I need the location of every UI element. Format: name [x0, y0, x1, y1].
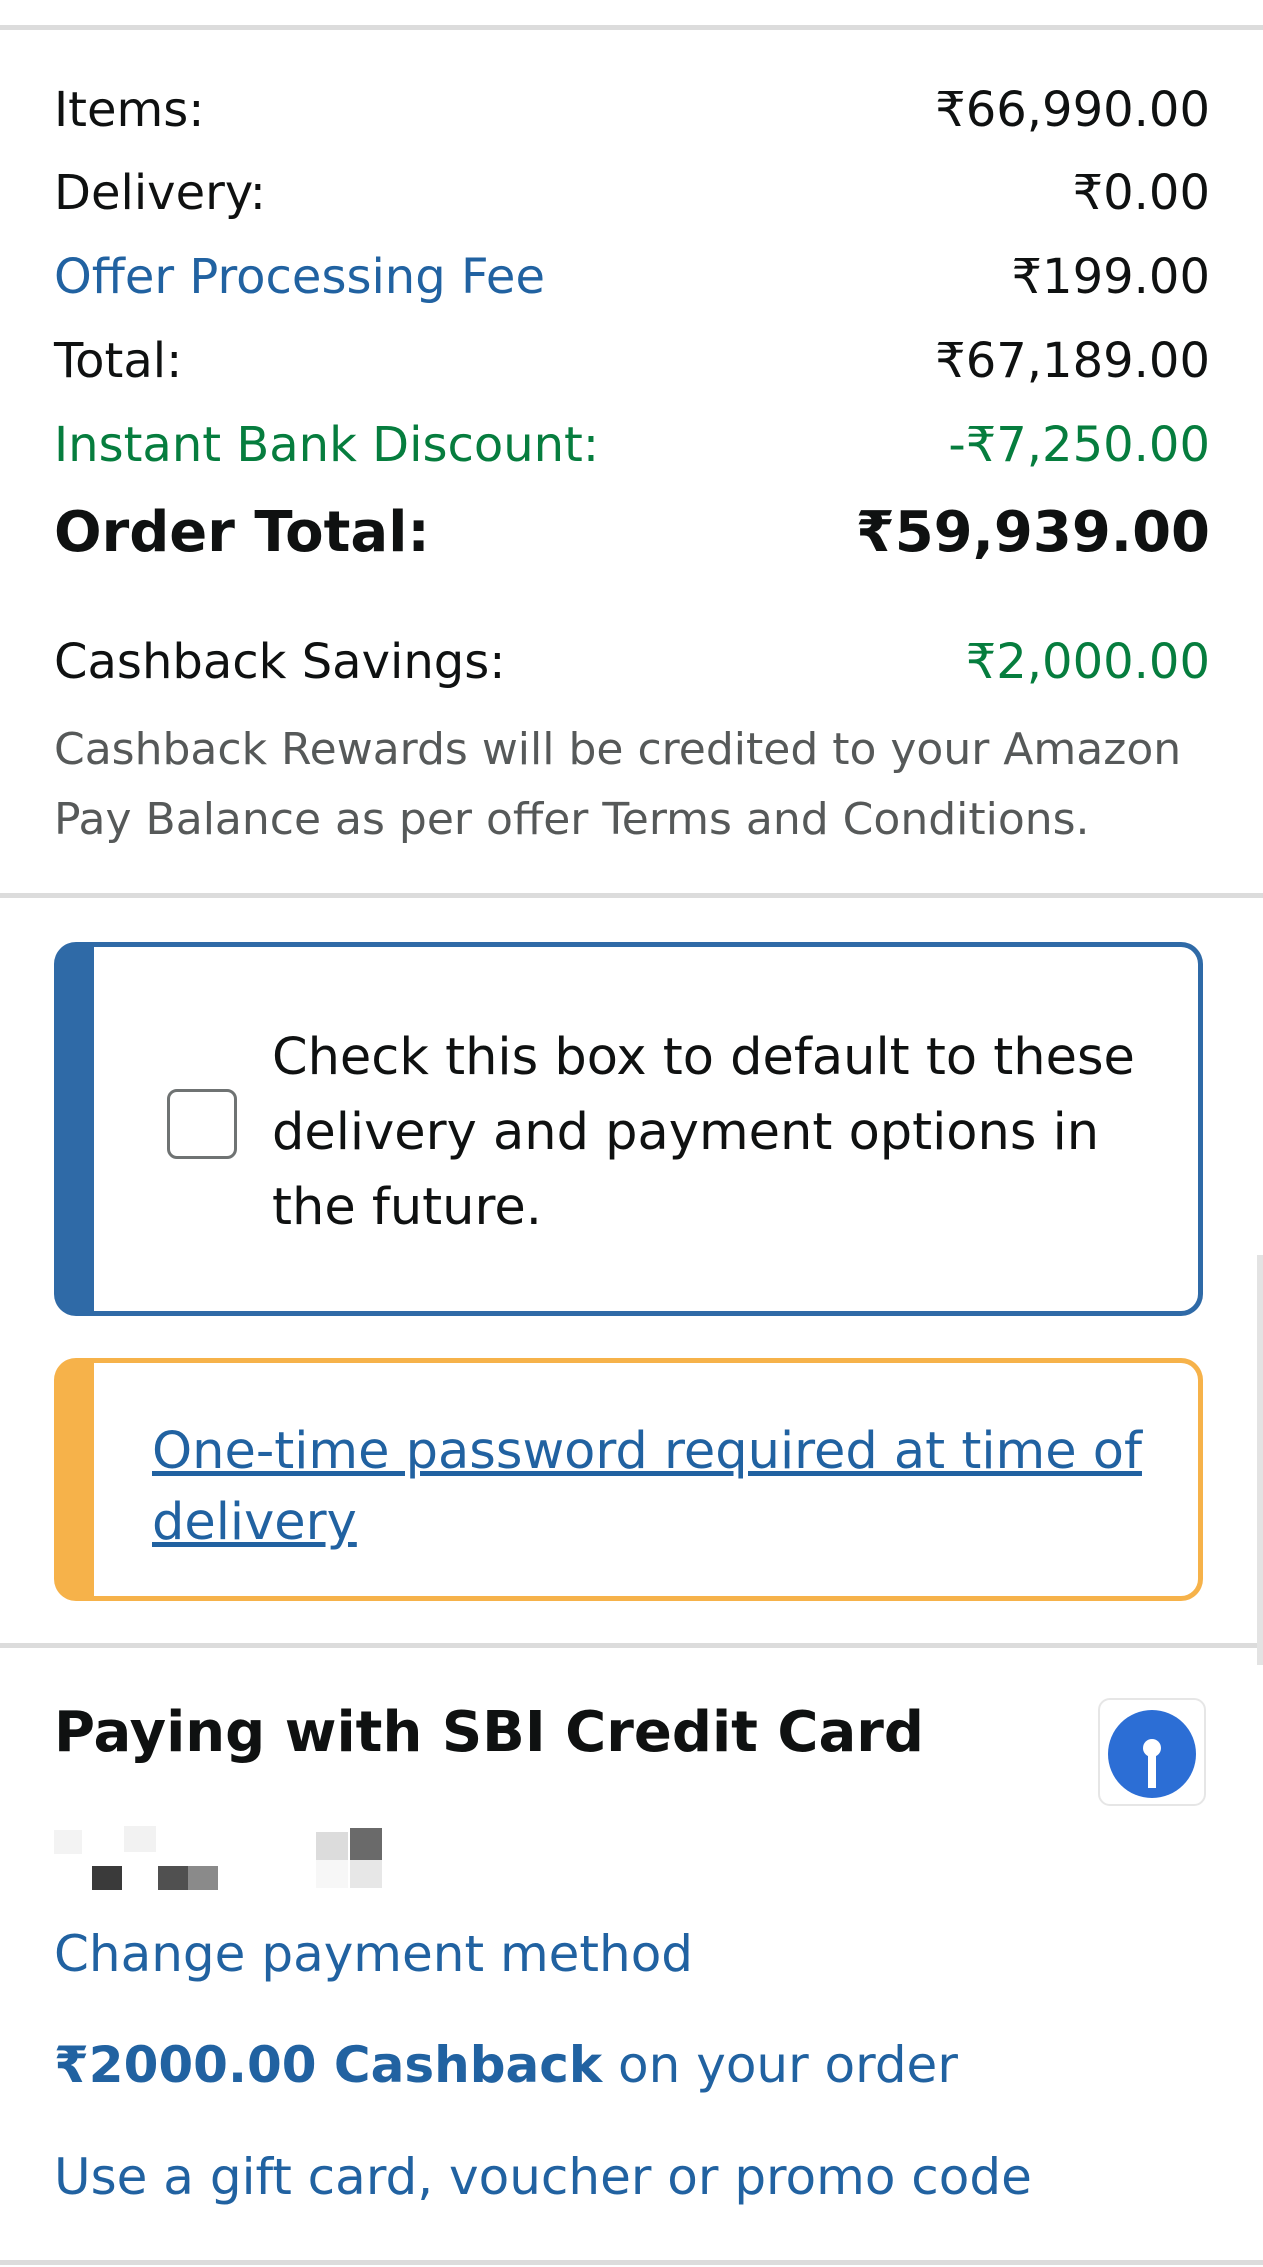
masked-card-number: [54, 1826, 382, 1890]
cashback-offer: ₹2000.00 Cashback on your order: [54, 2036, 958, 2094]
default-options-text: Check this box to default to these deliv…: [272, 1028, 1135, 1237]
order-total-row: Order Total: ₹59,939.00: [54, 498, 1210, 566]
fee-row: Offer Processing Fee ₹199.00: [54, 247, 1210, 307]
discount-row: Instant Bank Discount: -₹7,250.00: [54, 415, 1210, 475]
sbi-logo-icon: [1098, 1698, 1206, 1806]
total-label: Total:: [54, 333, 183, 389]
payment-divider: [0, 1643, 1263, 1648]
total-value: ₹67,189.00: [935, 333, 1210, 389]
delivery-row: Delivery: ₹0.00: [54, 163, 1210, 223]
gift-card-promo-link[interactable]: Use a gift card, voucher or promo code: [54, 2148, 1032, 2206]
cashback-row: Cashback Savings: ₹2,000.00: [54, 630, 1210, 694]
order-total-value: ₹59,939.00: [855, 499, 1210, 565]
cashback-offer-amount: ₹2000.00 Cashback: [54, 2036, 603, 2094]
cashback-note: Cashback Rewards will be credited to you…: [54, 724, 1182, 845]
payment-title: Paying with SBI Credit Card: [54, 1700, 924, 1765]
discount-value: -₹7,250.00: [948, 417, 1210, 473]
delivery-value: ₹0.00: [1072, 165, 1210, 221]
fee-value: ₹199.00: [1011, 249, 1211, 305]
items-label: Items:: [54, 82, 205, 138]
top-divider: [0, 25, 1263, 30]
order-total-label: Order Total:: [54, 499, 430, 565]
default-options-checkbox[interactable]: [167, 1089, 237, 1159]
change-payment-method-link[interactable]: Change payment method: [54, 1925, 693, 1983]
summary-divider: [0, 893, 1263, 898]
discount-label: Instant Bank Discount:: [54, 417, 600, 473]
otp-notice-box: One-time password required at time of de…: [54, 1358, 1203, 1601]
scrollbar[interactable]: [1257, 1255, 1263, 1665]
cashback-value: ₹2,000.00: [965, 634, 1210, 690]
items-value: ₹66,990.00: [935, 82, 1210, 138]
bottom-divider: [0, 2260, 1263, 2265]
items-row: Items: ₹66,990.00: [54, 80, 1210, 140]
otp-required-link[interactable]: One-time password required at time of de…: [152, 1416, 1192, 1558]
delivery-label: Delivery:: [54, 165, 266, 221]
offer-processing-fee-link[interactable]: Offer Processing Fee: [54, 249, 545, 305]
total-row: Total: ₹67,189.00: [54, 331, 1210, 391]
cashback-offer-suffix: on your order: [602, 2036, 958, 2094]
cashback-label: Cashback Savings:: [54, 634, 506, 690]
default-options-box: Check this box to default to these deliv…: [54, 942, 1203, 1316]
